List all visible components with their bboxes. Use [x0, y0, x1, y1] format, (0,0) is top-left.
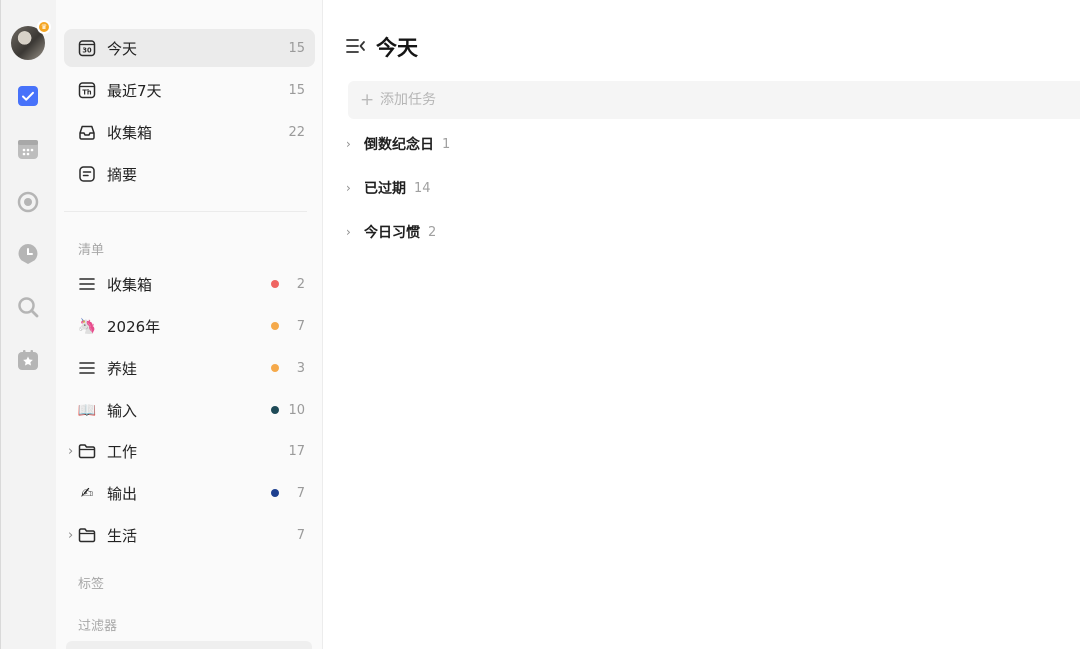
sidebar-item-label: 摘要 [107, 165, 138, 184]
task-group-header[interactable]: › 倒数纪念日 1 [346, 132, 450, 156]
summary-icon [78, 165, 96, 183]
plus-icon: + [360, 90, 375, 110]
chevron-right-icon: › [346, 181, 351, 195]
sidebar-item-count: 3 [296, 360, 305, 376]
sidebar-item-list[interactable]: › 工作 17 [64, 432, 315, 470]
add-task-input[interactable] [380, 81, 1060, 119]
sidebar-item-label: 2026年 [107, 317, 161, 336]
sidebar-item-label: 输入 [107, 401, 138, 420]
search-icon[interactable] [15, 294, 41, 320]
premium-crown-icon: ♛ [37, 20, 51, 34]
page-title: 今天 [376, 36, 418, 60]
sidebar-item-label: 工作 [107, 442, 138, 461]
sidebar-item-count: 10 [288, 402, 305, 418]
writing-hand-icon: ✍ [80, 484, 94, 502]
sidebar-item-partial[interactable] [66, 641, 312, 649]
sidebar-item-count: 7 [296, 527, 305, 543]
book-icon: 📖 [77, 401, 97, 419]
sidebar-item-smart[interactable]: Th 最近7天 15 [64, 71, 315, 109]
sidebar-item-label: 收集箱 [107, 123, 153, 142]
filters-section-title[interactable]: 过滤器 [78, 615, 117, 634]
inbox-icon [78, 123, 96, 141]
target-icon[interactable] [15, 189, 41, 215]
list-color-dot [271, 280, 279, 288]
sidebar-item-label: 今天 [107, 39, 138, 58]
sidebar-item-count: 22 [288, 124, 305, 140]
sidebar-item-count: 7 [296, 485, 305, 501]
sidebar-item-label: 输出 [107, 484, 138, 503]
task-group-count: 14 [414, 180, 431, 196]
sidebar: 30 今天 15 Th 最近7天 15 收集箱 22 摘要 清单 收集箱 2 🦄 … [56, 0, 323, 649]
task-group-count: 2 [428, 224, 437, 240]
chevron-right-icon: › [346, 137, 351, 151]
folder-icon [78, 442, 96, 460]
calendar-th-icon: Th [78, 81, 96, 99]
task-group-header[interactable]: › 今日习惯 2 [346, 220, 436, 244]
task-group-header[interactable]: › 已过期 14 [346, 176, 431, 200]
sidebar-item-list[interactable]: 🦄 2026年 7 [64, 307, 315, 345]
lists-section-title[interactable]: 清单 [78, 239, 104, 258]
sidebar-item-label: 收集箱 [107, 275, 153, 294]
sidebar-toggle-icon[interactable] [346, 37, 366, 55]
sidebar-item-smart[interactable]: 30 今天 15 [64, 29, 315, 67]
unicorn-icon: 🦄 [77, 317, 97, 335]
list-color-dot [271, 489, 279, 497]
chevron-right-icon: › [346, 225, 351, 239]
calendar-30-icon: 30 [78, 39, 96, 57]
chevron-right-icon[interactable]: › [68, 444, 73, 459]
sidebar-item-count: 15 [288, 82, 305, 98]
sidebar-item-list[interactable]: 📖 输入 10 [64, 391, 315, 429]
sidebar-item-list[interactable]: › 生活 7 [64, 516, 315, 554]
sidebar-item-list[interactable]: ✍ 输出 7 [64, 474, 315, 512]
list-icon [78, 275, 96, 293]
checkbox-icon[interactable] [15, 83, 41, 109]
list-color-dot [271, 406, 279, 414]
list-icon [78, 359, 96, 377]
sidebar-item-label: 最近7天 [107, 81, 162, 100]
sidebar-item-list[interactable]: 收集箱 2 [64, 265, 315, 303]
tags-section-title[interactable]: 标签 [78, 573, 104, 592]
folder-icon [78, 526, 96, 544]
star-badge-icon[interactable] [15, 347, 41, 373]
task-group-name: 已过期 [364, 181, 406, 197]
sidebar-item-smart[interactable]: 摘要 [64, 155, 315, 193]
svg-text:Th: Th [82, 89, 91, 97]
sidebar-item-count: 15 [288, 40, 305, 56]
sidebar-item-label: 养娃 [107, 359, 138, 378]
sidebar-item-count: 17 [288, 443, 305, 459]
sidebar-item-smart[interactable]: 收集箱 22 [64, 113, 315, 151]
left-rail: ♛ [0, 0, 56, 649]
clock-icon[interactable] [15, 241, 41, 267]
sidebar-item-list[interactable]: 养娃 3 [64, 349, 315, 387]
calendar-icon[interactable] [15, 136, 41, 162]
sidebar-item-count: 7 [296, 318, 305, 334]
task-group-name: 今日习惯 [364, 225, 420, 241]
list-color-dot [271, 322, 279, 330]
sidebar-item-label: 生活 [107, 526, 138, 545]
sidebar-divider [64, 211, 307, 212]
sidebar-item-count: 2 [296, 276, 305, 292]
list-color-dot [271, 364, 279, 372]
svg-text:30: 30 [82, 47, 92, 55]
main-panel: 今天 + › 倒数纪念日 1 › 已过期 14 › 今日习惯 2 [324, 0, 1080, 649]
add-task-bar[interactable]: + [348, 81, 1080, 119]
task-group-count: 1 [442, 136, 451, 152]
task-group-name: 倒数纪念日 [364, 137, 434, 153]
chevron-right-icon[interactable]: › [68, 528, 73, 543]
